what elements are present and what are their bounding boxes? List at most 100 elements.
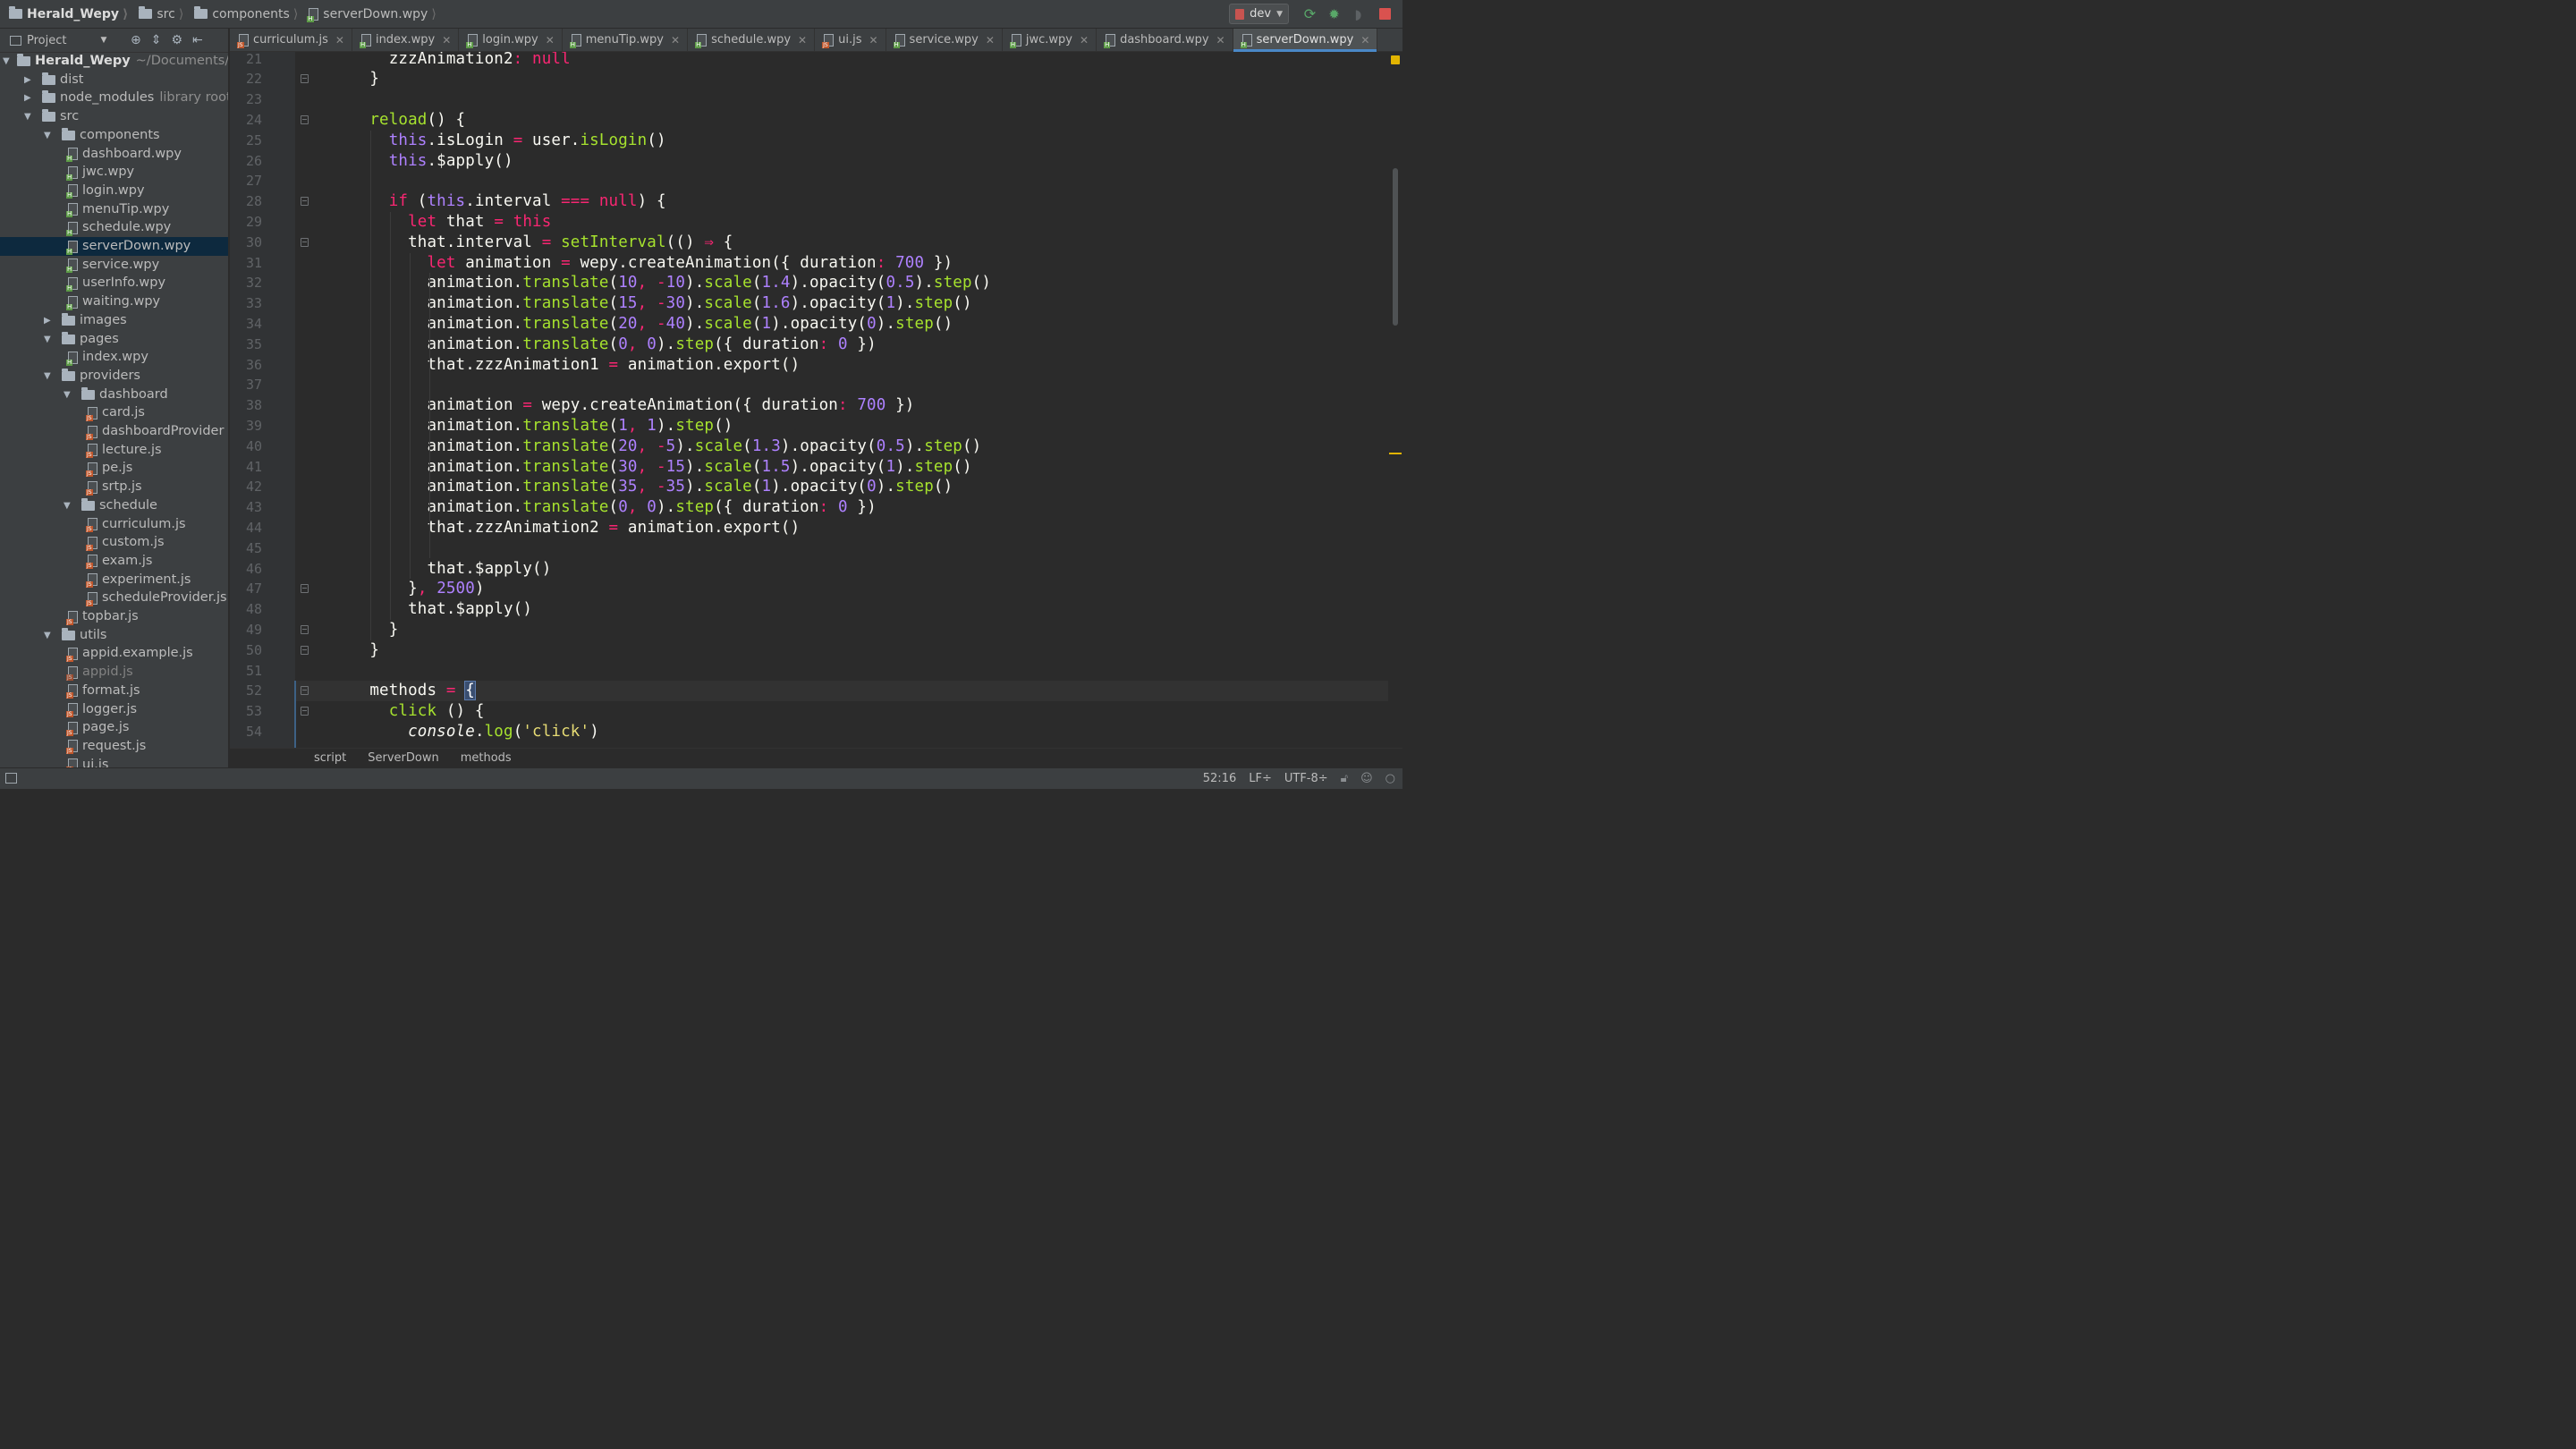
stop-icon[interactable]: [1379, 8, 1391, 20]
collapse-icon[interactable]: ⇕: [151, 33, 162, 47]
event-log-icon[interactable]: ○: [1385, 772, 1395, 785]
tree-item[interactable]: ▶ images: [0, 311, 228, 330]
code-line[interactable]: animation.translate(35, -35).scale(1).op…: [351, 477, 953, 497]
nav-crumb-herald-wepy[interactable]: Herald_Wepy ⟩: [9, 6, 139, 21]
code-line[interactable]: methods = {: [351, 681, 476, 701]
fold-marker-icon[interactable]: [301, 197, 309, 207]
tree-item[interactable]: userInfo.wpy: [0, 274, 228, 292]
code-line[interactable]: that.$apply(): [351, 599, 532, 620]
scroll-thumb[interactable]: [1393, 168, 1398, 326]
expanded-arrow-icon[interactable]: ▼: [44, 126, 53, 145]
close-icon[interactable]: ✕: [546, 34, 555, 47]
collapsed-arrow-icon[interactable]: ▶: [44, 311, 53, 330]
close-icon[interactable]: ✕: [671, 34, 680, 47]
collapsed-arrow-icon[interactable]: ▶: [24, 89, 33, 107]
tree-item[interactable]: ▶ node_modules library root: [0, 89, 228, 107]
warning-stripe-marker[interactable]: [1389, 453, 1402, 454]
fold-marker-icon[interactable]: [301, 74, 309, 84]
fold-marker-icon[interactable]: [301, 707, 309, 716]
run-config-select[interactable]: dev ▼: [1229, 4, 1289, 24]
tree-item[interactable]: pe.js: [0, 459, 228, 478]
fold-marker-icon[interactable]: [301, 237, 309, 247]
tab-dashboard-wpy[interactable]: dashboard.wpy ✕: [1097, 29, 1233, 51]
tree-item[interactable]: ▼ schedule: [0, 496, 228, 515]
expanded-arrow-icon[interactable]: ▼: [24, 107, 33, 126]
fold-marker-icon[interactable]: [301, 624, 309, 634]
tree-item[interactable]: page.js: [0, 718, 228, 737]
hide-icon[interactable]: ⇤: [192, 33, 203, 47]
tree-item[interactable]: ▶ dist: [0, 71, 228, 89]
code-editor[interactable]: 21 22 23 24 25 26 27 28 29 30 31 32 33 34 35 36 37 38 39 40…: [230, 52, 1388, 748]
expanded-arrow-icon[interactable]: ▼: [3, 52, 12, 71]
code-line[interactable]: this.isLogin = user.isLogin(): [351, 131, 666, 151]
code-line[interactable]: }: [351, 640, 379, 661]
lock-icon[interactable]: 🔓︎: [1341, 772, 1348, 785]
code-line[interactable]: click () {: [351, 701, 485, 722]
tree-item[interactable]: service.wpy: [0, 256, 228, 275]
code-line[interactable]: that.interval = setInterval(() ⇒ {: [351, 233, 733, 253]
tab-ui-js[interactable]: ui.js ✕: [815, 29, 886, 51]
tree-item[interactable]: ▼ pages: [0, 330, 228, 349]
tree-item[interactable]: menuTip.wpy: [0, 200, 228, 219]
tree-item[interactable]: ▼ src: [0, 107, 228, 126]
tree-item[interactable]: topbar.js: [0, 607, 228, 626]
tab-index-wpy[interactable]: index.wpy ✕: [352, 29, 460, 51]
nav-crumb-serverdown-wpy[interactable]: serverDown.wpy⟩: [307, 7, 447, 22]
expanded-arrow-icon[interactable]: ▼: [44, 367, 53, 386]
tab-schedule-wpy[interactable]: schedule.wpy ✕: [688, 29, 816, 51]
nav-crumb-components[interactable]: components ⟩: [194, 6, 309, 21]
chevron-down-icon[interactable]: ▼: [100, 36, 106, 45]
code-line[interactable]: }: [351, 69, 379, 89]
tool-windows-icon[interactable]: [5, 773, 17, 784]
tree-item[interactable]: curriculum.js: [0, 515, 228, 534]
tree-item[interactable]: dashboard.wpy: [0, 145, 228, 164]
code-line[interactable]: that.zzzAnimation1 = animation.export(): [351, 355, 800, 376]
tree-item[interactable]: exam.js: [0, 552, 228, 571]
tree-item[interactable]: login.wpy: [0, 182, 228, 200]
collapsed-arrow-icon[interactable]: ▶: [24, 71, 33, 89]
expanded-arrow-icon[interactable]: ▼: [44, 330, 53, 349]
rerun-icon[interactable]: ⟳: [1302, 5, 1318, 22]
code-line[interactable]: console.log('click'): [351, 722, 599, 742]
tree-item[interactable]: lecture.js: [0, 441, 228, 460]
close-icon[interactable]: ✕: [1080, 34, 1089, 47]
tree-item[interactable]: ▼ utils: [0, 626, 228, 645]
tab-serverdown-wpy[interactable]: serverDown.wpy ✕: [1233, 29, 1378, 52]
tree-item[interactable]: ▼ dashboard: [0, 386, 228, 404]
tree-item[interactable]: card.js: [0, 403, 228, 422]
code-line[interactable]: that.zzzAnimation2 = animation.export(): [351, 518, 800, 538]
inspector-icon[interactable]: ☺: [1360, 772, 1373, 785]
code-line[interactable]: animation.translate(1, 1).step(): [351, 416, 733, 436]
close-icon[interactable]: ✕: [798, 34, 807, 47]
close-icon[interactable]: ✕: [442, 34, 451, 47]
tree-item[interactable]: experiment.js: [0, 571, 228, 589]
tab-menutip-wpy[interactable]: menuTip.wpy ✕: [563, 29, 689, 51]
tab-curriculum-js[interactable]: curriculum.js ✕: [230, 29, 352, 51]
file-encoding[interactable]: UTF-8÷: [1284, 772, 1328, 785]
tree-item[interactable]: appid.js: [0, 663, 228, 682]
project-panel-title[interactable]: Project: [27, 34, 66, 47]
locate-icon[interactable]: ⊕: [131, 33, 141, 47]
tab-jwc-wpy[interactable]: jwc.wpy ✕: [1003, 29, 1097, 51]
coverage-icon[interactable]: ◗: [1351, 6, 1366, 22]
tree-item[interactable]: appid.example.js: [0, 644, 228, 663]
fold-marker-icon[interactable]: [301, 645, 309, 655]
fold-marker-icon[interactable]: [301, 686, 309, 696]
close-icon[interactable]: ✕: [1360, 34, 1369, 47]
code-breadcrumb-script[interactable]: script: [303, 751, 357, 765]
editor-scrollbar[interactable]: [1388, 52, 1402, 748]
tree-item[interactable]: index.wpy: [0, 348, 228, 367]
code-line[interactable]: animation.translate(20, -5).scale(1.3).o…: [351, 436, 981, 457]
code-line[interactable]: let that = this: [351, 212, 551, 233]
tree-item[interactable]: jwc.wpy: [0, 163, 228, 182]
code-line[interactable]: reload() {: [351, 110, 465, 131]
tree-item[interactable]: ▼ providers: [0, 367, 228, 386]
tree-item[interactable]: serverDown.wpy: [0, 237, 228, 256]
caret-position[interactable]: 52:16: [1203, 772, 1236, 785]
code-line[interactable]: animation = wepy.createAnimation({ durat…: [351, 395, 915, 416]
fold-marker-icon[interactable]: [301, 584, 309, 594]
expanded-arrow-icon[interactable]: ▼: [44, 626, 53, 645]
close-icon[interactable]: ✕: [1216, 34, 1225, 47]
expanded-arrow-icon[interactable]: ▼: [64, 386, 72, 404]
tab-service-wpy[interactable]: service.wpy ✕: [886, 29, 1003, 51]
